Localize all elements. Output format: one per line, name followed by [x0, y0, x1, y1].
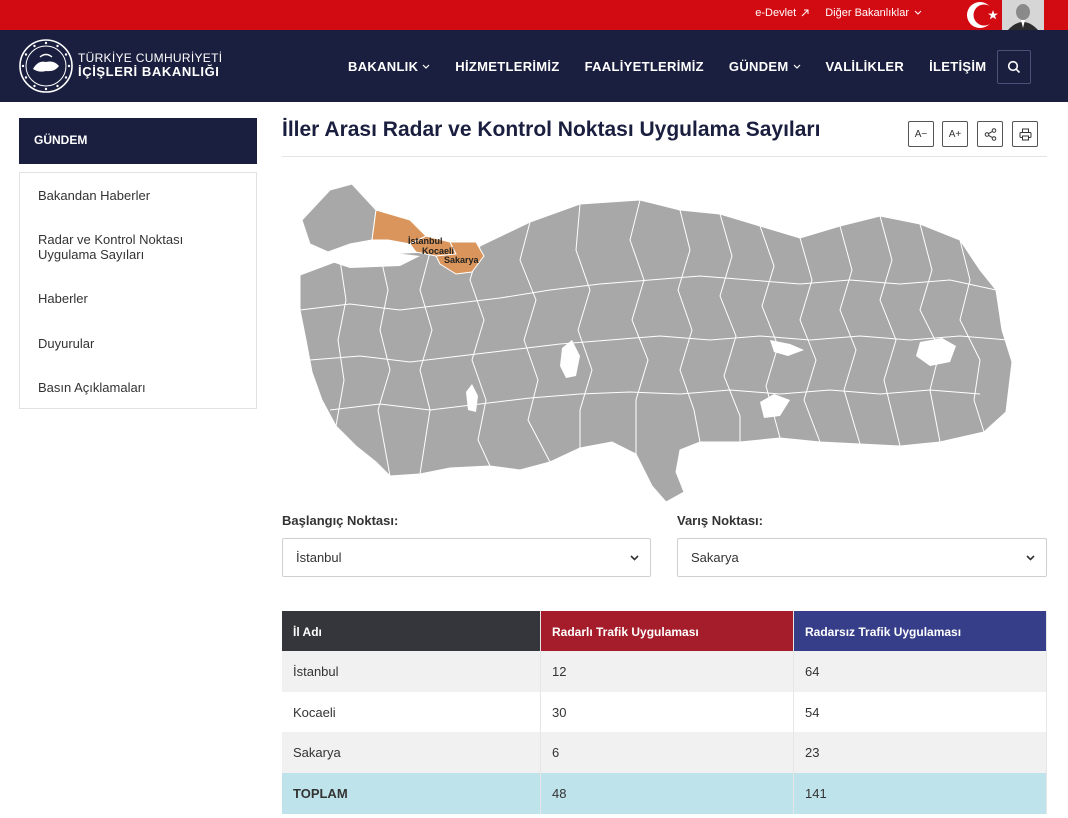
share-icon — [984, 127, 996, 141]
font-increase-label: A+ — [948, 128, 962, 140]
external-link-icon — [801, 9, 809, 17]
print-button[interactable] — [1012, 121, 1038, 147]
main-header: TÜRKİYE CUMHURİYETİ İÇİŞLERİ BAKANLIĞI B… — [0, 30, 1068, 102]
table-cell: İstanbul — [282, 651, 541, 692]
table-total-cell: 141 — [794, 773, 1047, 814]
sidebar-item-radar-kontrol[interactable]: Radar ve Kontrol Noktası Uygulama Sayıla… — [38, 232, 243, 262]
table-cell: 64 — [794, 651, 1047, 692]
nav-item-label: BAKANLIK — [348, 59, 419, 74]
top-links: e-Devlet Diğer Bakanlıklar — [755, 7, 922, 19]
table-header-cell: İl Adı — [282, 611, 541, 652]
sidebar-item-basin-aciklamalari[interactable]: Basın Açıklamaları — [38, 380, 243, 395]
nav-item-label: GÜNDEM — [728, 59, 789, 74]
edevlet-link[interactable]: e-Devlet — [755, 7, 809, 19]
nav-item-bakanlik[interactable]: BAKANLIK — [348, 59, 430, 74]
table-cell: 30 — [541, 692, 794, 733]
chevron-down-icon — [914, 10, 922, 15]
sidebar-item-bakandan-haberler[interactable]: Bakandan Haberler — [38, 188, 243, 203]
table-cell: 12 — [541, 651, 794, 692]
turkish-flag-icon — [967, 2, 998, 28]
map-label-istanbul: İstanbul — [408, 236, 443, 246]
share-button[interactable] — [977, 121, 1003, 147]
nav-item-faaliyetlerimiz[interactable]: FAALİYETLERİMİZ — [585, 59, 704, 74]
table-total-row: TOPLAM 48 141 — [282, 773, 1047, 814]
table-header-row: İl Adı Radarlı Trafik Uygulaması Radarsı… — [282, 611, 1047, 652]
sidebar-item-haberler[interactable]: Haberler — [38, 291, 243, 306]
start-point-select[interactable]: İstanbul — [282, 538, 651, 577]
nav-item-valilikler[interactable]: VALİLİKLER — [826, 59, 905, 74]
chevron-down-icon — [630, 555, 639, 561]
other-ministries-label: Diğer Bakanlıklar — [825, 7, 909, 19]
nav-item-iletisim[interactable]: İLETİŞİM — [929, 59, 986, 74]
table-cell: Sakarya — [282, 732, 541, 773]
title-divider — [282, 156, 1047, 157]
table-cell: 54 — [794, 692, 1047, 733]
table-header-cell: Radarlı Trafik Uygulaması — [541, 611, 794, 652]
table-total-cell: 48 — [541, 773, 794, 814]
main-nav: BAKANLIK HİZMETLERİMİZ FAALİYETLERİMİZ G… — [348, 59, 986, 74]
search-icon — [1007, 60, 1021, 74]
font-increase-button[interactable]: A+ — [942, 121, 968, 147]
start-point-value: İstanbul — [296, 550, 342, 565]
sidebar-menu: Bakandan Haberler Radar ve Kontrol Nokta… — [19, 172, 257, 409]
chevron-down-icon — [1026, 555, 1035, 561]
chevron-down-icon — [793, 64, 800, 69]
ataturk-portrait — [1002, 0, 1044, 30]
nav-item-label: VALİLİKLER — [825, 59, 905, 74]
ministry-logo-icon[interactable] — [18, 38, 74, 94]
map-label-sakarya: Sakarya — [444, 255, 480, 265]
table-cell: 23 — [794, 732, 1047, 773]
chevron-down-icon — [422, 64, 430, 69]
other-ministries-dropdown[interactable]: Diğer Bakanlıklar — [825, 7, 922, 19]
top-bar: e-Devlet Diğer Bakanlıklar — [0, 0, 1068, 30]
table-row: Sakarya 6 23 — [282, 732, 1047, 773]
font-decrease-button[interactable]: A− — [908, 121, 934, 147]
table-cell: Kocaeli — [282, 692, 541, 733]
map-region-thrace — [301, 183, 377, 253]
print-icon — [1019, 128, 1031, 140]
font-decrease-label: A− — [914, 128, 928, 140]
end-point-value: Sakarya — [691, 550, 739, 565]
end-point-label: Varış Noktası: — [677, 513, 763, 528]
sidebar-heading: GÜNDEM — [19, 118, 257, 164]
nav-item-gundem[interactable]: GÜNDEM — [729, 59, 801, 74]
start-point-label: Başlangıç Noktası: — [282, 513, 399, 528]
turkey-province-map[interactable]: İstanbul Kocaeli Sakarya — [280, 180, 1015, 510]
brand-name[interactable]: TÜRKİYE CUMHURİYETİ İÇİŞLERİ BAKANLIĞI — [78, 52, 222, 79]
table-row: İstanbul 12 64 — [282, 651, 1047, 692]
table-total-label: TOPLAM — [282, 773, 541, 814]
nav-item-label: FAALİYETLERİMİZ — [584, 59, 704, 74]
table-cell: 6 — [541, 732, 794, 773]
end-point-select[interactable]: Sakarya — [677, 538, 1047, 577]
page-title: İller Arası Radar ve Kontrol Noktası Uyg… — [282, 118, 821, 141]
sidebar-item-duyurular[interactable]: Duyurular — [38, 336, 243, 351]
nav-item-hizmetlerimiz[interactable]: HİZMETLERİMİZ — [455, 59, 559, 74]
table-header-cell: Radarsız Trafik Uygulaması — [794, 611, 1047, 652]
edevlet-label: e-Devlet — [755, 7, 797, 19]
nav-item-label: İLETİŞİM — [929, 59, 987, 74]
search-button[interactable] — [997, 50, 1031, 84]
table-row: Kocaeli 30 54 — [282, 692, 1047, 733]
brand-line-2: İÇİŞLERİ BAKANLIĞI — [78, 64, 220, 79]
map-region-anatolia — [299, 199, 1013, 503]
nav-item-label: HİZMETLERİMİZ — [455, 59, 560, 74]
